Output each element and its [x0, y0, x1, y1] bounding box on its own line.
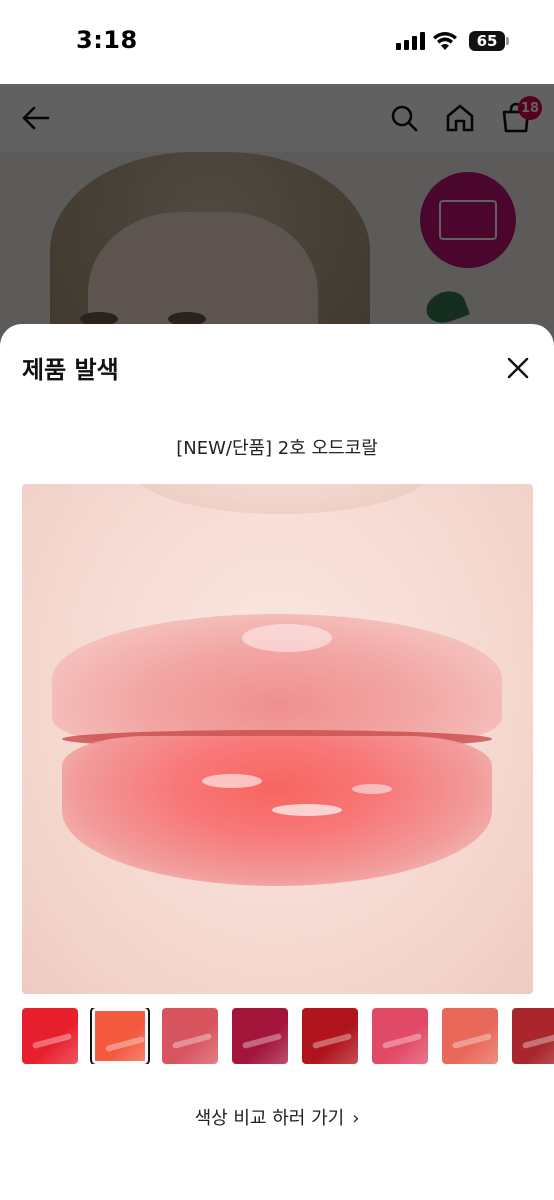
color-swatch[interactable] [442, 1008, 498, 1064]
color-swatch[interactable] [90, 1008, 150, 1064]
status-time: 3:18 [76, 26, 138, 54]
lip-swatch-image [22, 484, 533, 994]
close-icon[interactable] [502, 352, 534, 384]
color-swatch[interactable] [512, 1008, 554, 1064]
product-option-name: [NEW/단품] 2호 오드코랄 [176, 438, 378, 459]
color-swatch[interactable] [22, 1008, 78, 1064]
sheet-title: 제품 발색 [22, 356, 119, 384]
status-bar: 3:18 65 [0, 0, 554, 84]
compare-colors-label: 색상 비교 하러 가기 [194, 1108, 345, 1129]
color-bottom-sheet: 제품 발색 [NEW/단품] 2호 오드코랄 색상 비교 하러 가기 › [0, 324, 554, 1200]
signal-icon [396, 32, 425, 50]
compare-colors-link[interactable]: 색상 비교 하러 가기 › [0, 1104, 554, 1130]
color-swatch[interactable] [372, 1008, 428, 1064]
battery-icon: 65 [469, 31, 509, 51]
color-swatch[interactable] [302, 1008, 358, 1064]
chevron-right-icon: › [352, 1108, 360, 1129]
swatch-selector [22, 1008, 554, 1064]
nose [132, 484, 432, 514]
wifi-icon [433, 32, 457, 50]
color-swatch[interactable] [232, 1008, 288, 1064]
color-swatch[interactable] [162, 1008, 218, 1064]
